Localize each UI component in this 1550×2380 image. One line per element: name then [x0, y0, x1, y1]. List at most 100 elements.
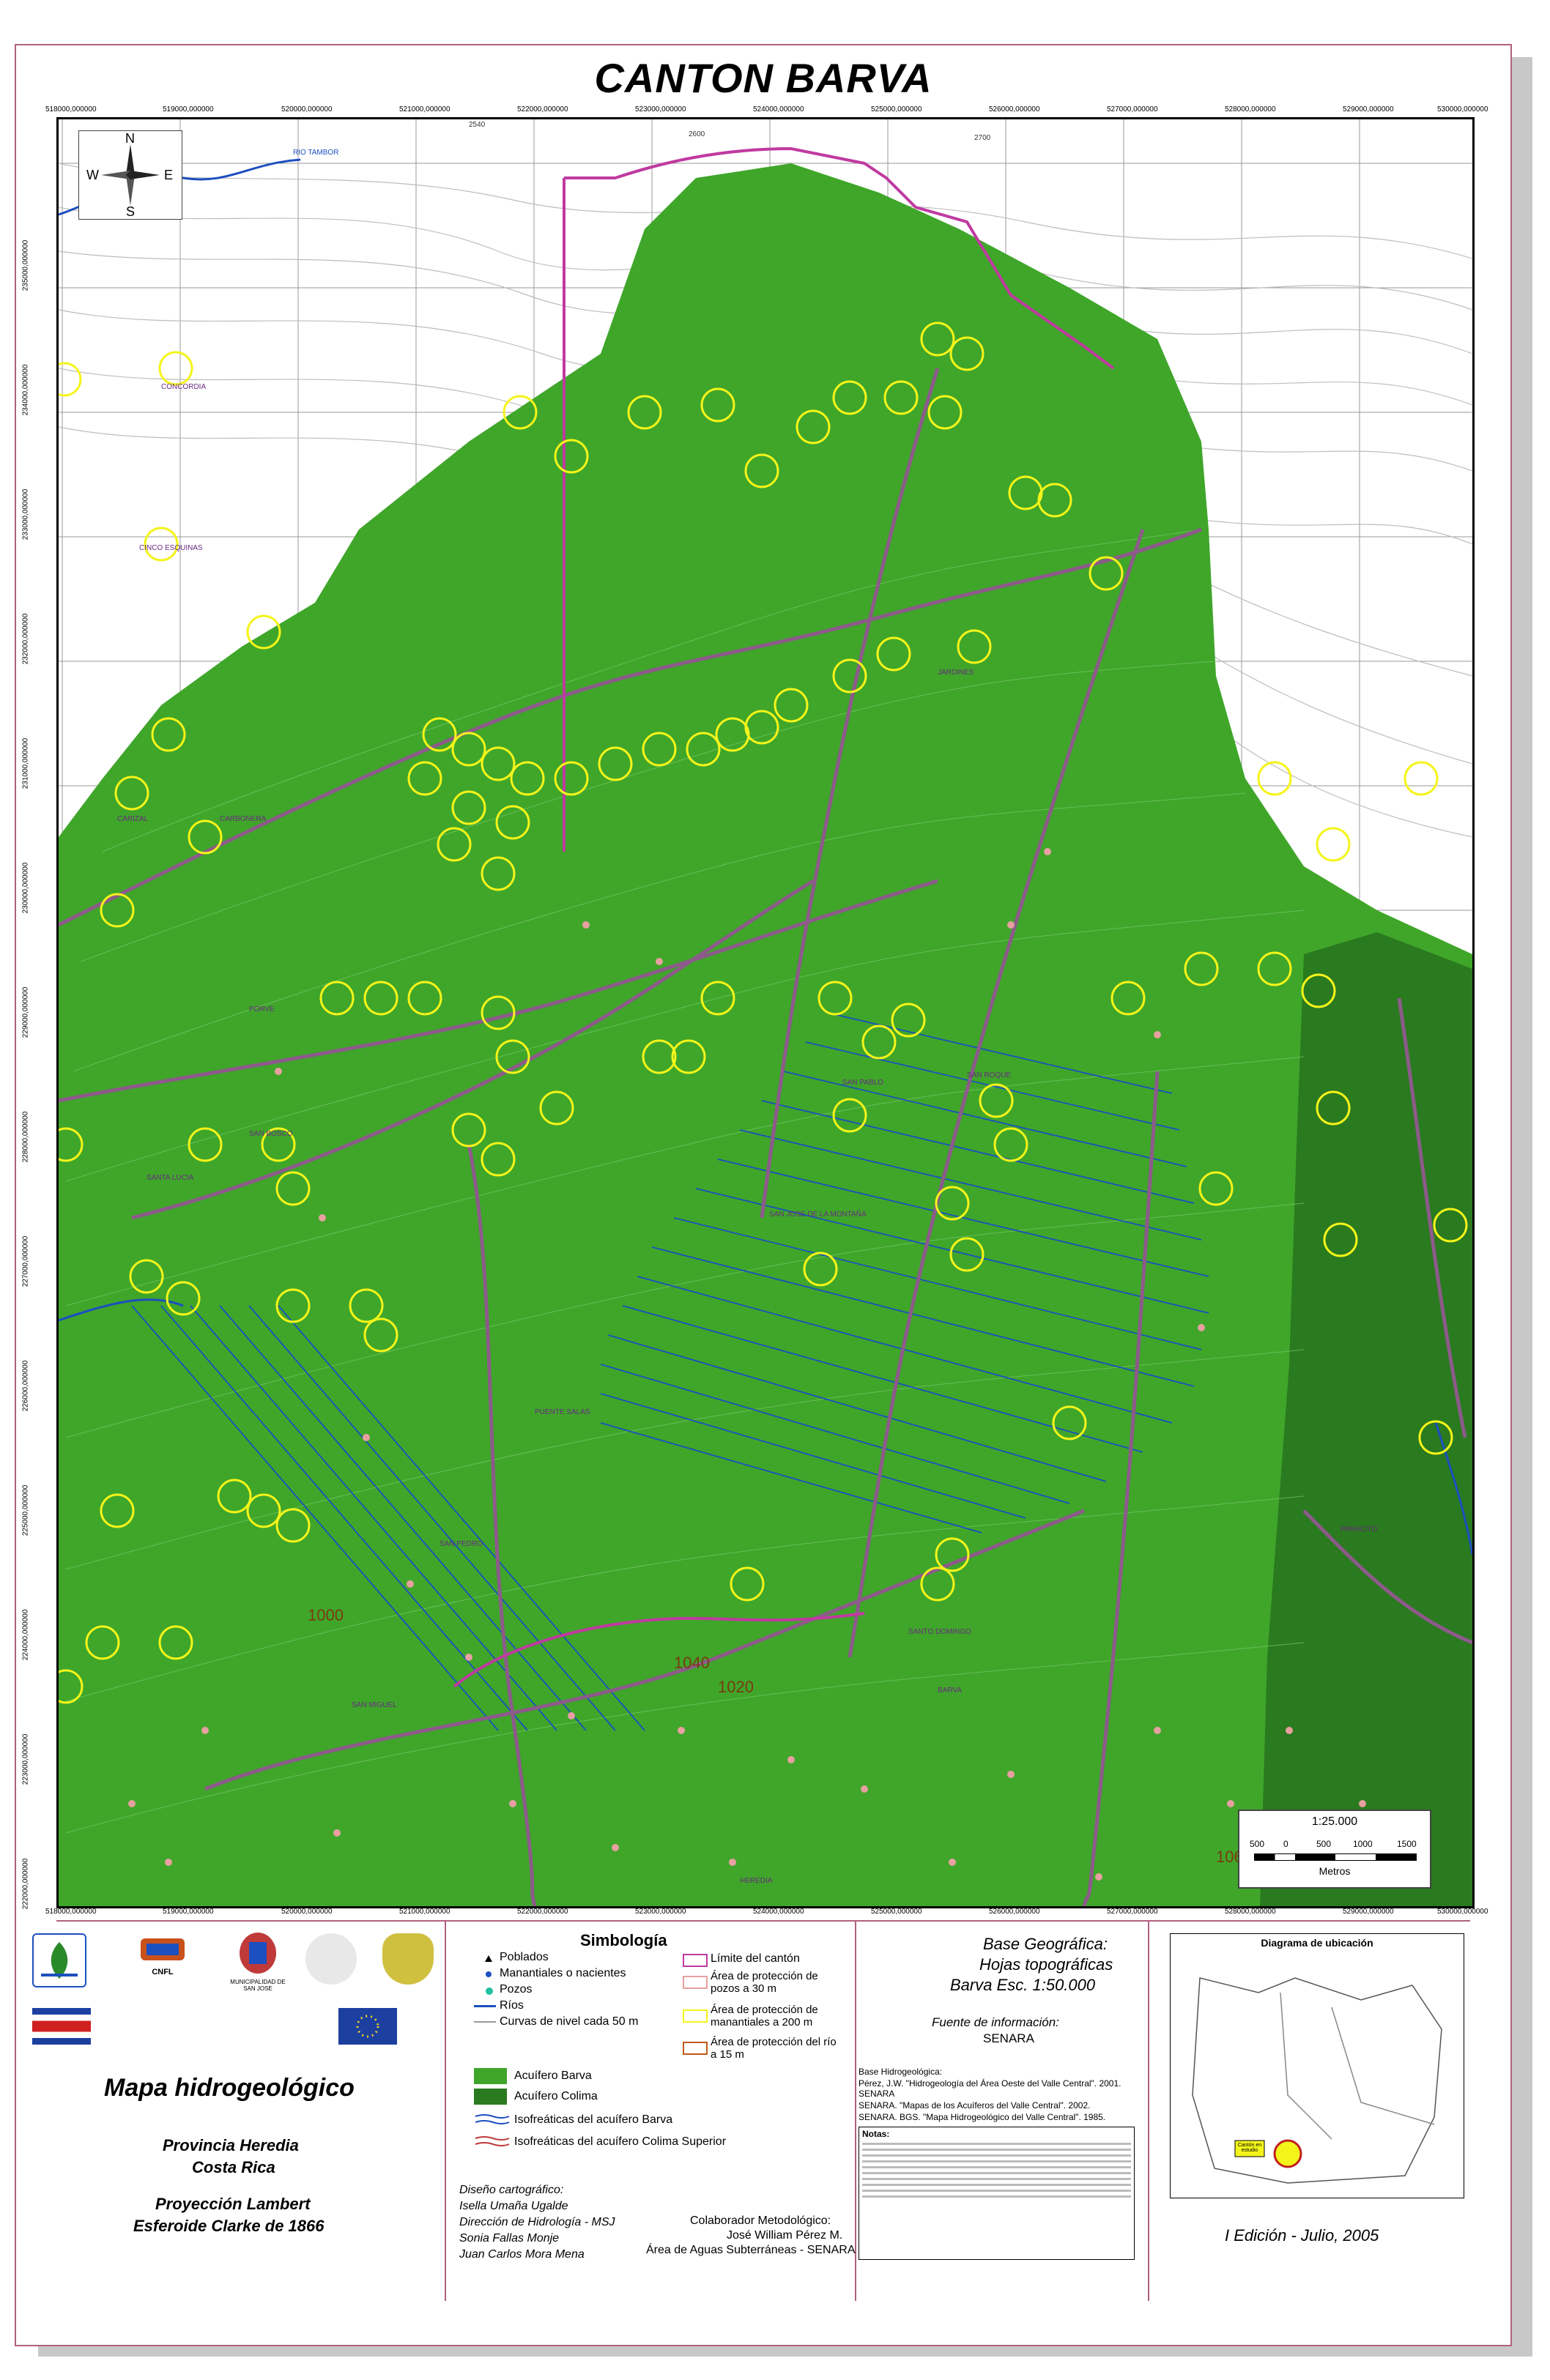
- x-tick: 528000,000000: [1225, 1908, 1276, 1916]
- place-label: CARBONERA: [220, 815, 267, 823]
- place-label: CONCORDIA: [161, 383, 207, 391]
- map-sheet: CANTON BARVA N S W E CONCORDIA CINCO ESQ…: [15, 44, 1512, 2346]
- place-label: HEREDIA: [740, 1877, 773, 1885]
- simbologia-title: Simbología: [580, 1931, 667, 1949]
- scale-ratio: 1:25.000: [1311, 1815, 1358, 1828]
- x-tick: 521000,000000: [399, 1908, 450, 1916]
- x-tick: 530000,000000: [1437, 105, 1488, 114]
- place-label: JARDINES: [938, 669, 974, 677]
- y-tick: 228000,000000: [21, 1111, 30, 1163]
- contour-label: 2540: [469, 121, 486, 129]
- colab-line: Área de Aguas Subterráneas - SENARA: [646, 2244, 856, 2256]
- scale-mark: 500: [1250, 1839, 1265, 1849]
- compass-e: E: [164, 168, 174, 182]
- legend-isofreatica-colima: Isofreáticas del acuífero Colima Superio…: [514, 2135, 727, 2148]
- x-tick: 530000,000000: [1437, 1908, 1488, 1916]
- rio-icon: [474, 2005, 496, 2007]
- pozo-icon: [486, 1987, 493, 1995]
- x-tick: 529000,000000: [1343, 105, 1394, 114]
- legend-divider: [1148, 1920, 1149, 2301]
- base-hidro-line: SENARA. BGS. "Mapa Hidrogeológico del Va…: [859, 2112, 1106, 2122]
- notas-box: Notas:: [859, 2127, 1135, 2260]
- base-hidro-line: SENARA. "Mapas de los Acuíferos del Vall…: [859, 2100, 1091, 2111]
- x-tick: 518000,000000: [45, 1908, 97, 1916]
- y-tick: 233000,000000: [21, 488, 30, 540]
- manantial-icon: [486, 1971, 492, 1977]
- y-tick: 229000,000000: [21, 986, 30, 1038]
- credit-line: Dirección de Hidrología - MSJ: [459, 2216, 615, 2228]
- muni-logo: MUNICIPALIDAD DE SAN JOSE: [225, 1931, 291, 1992]
- scale-mark: 1000: [1353, 1839, 1373, 1849]
- place-label: SAN MIGUEL: [352, 1701, 397, 1709]
- projection-line: Proyección Lambert: [155, 2195, 311, 2213]
- legend-limite: Límite del cantón: [711, 1952, 800, 1965]
- scale-mark: 500: [1316, 1839, 1332, 1849]
- compass-rose: N S W E: [78, 130, 182, 220]
- scale-mark: 0: [1283, 1839, 1288, 1849]
- place-label: BARVA: [938, 1687, 962, 1695]
- location-map-icon: [1192, 1977, 1442, 2184]
- colab-line: José William Pérez M.: [727, 2229, 843, 2242]
- x-tick: 519000,000000: [163, 1908, 214, 1916]
- notas-text-lines: [862, 2143, 1131, 2198]
- cnfl-logo: CNFL: [126, 1935, 199, 1986]
- seal-icon: [305, 1933, 357, 1985]
- legend-rios: Ríos: [500, 1999, 524, 2012]
- acuifero-barva-area[interactable]: [59, 163, 1472, 1906]
- x-tick: 529000,000000: [1343, 1908, 1394, 1916]
- scale-bar: [1254, 1853, 1417, 1861]
- contour-label: 1040: [674, 1654, 710, 1672]
- cnfl-label: CNFL: [152, 1968, 174, 1976]
- scale-unit: Metros: [1319, 1865, 1351, 1877]
- place-label: SAN ROQUE: [967, 1071, 1012, 1079]
- diagram-title: Diagrama de ubicación: [1261, 1937, 1373, 1949]
- x-tick: 525000,000000: [871, 1908, 922, 1916]
- muni-label: MUNICIPALIDAD DE SAN JOSE: [230, 1979, 286, 1992]
- y-tick: 231000,000000: [21, 737, 30, 789]
- base-hidro-title: Base Hidrogeológica:: [859, 2067, 943, 2077]
- contour-label: 2700: [974, 134, 991, 142]
- legend-divider: [445, 1920, 446, 2301]
- legend-pozos: Pozos: [500, 1983, 533, 1996]
- legend-curvas: Curvas de nivel cada 50 m: [500, 2015, 639, 2028]
- credit-line: Juan Carlos Mora Mena: [459, 2248, 585, 2261]
- base-geo-title: Base Geográfica:: [983, 1935, 1108, 1953]
- place-label: SANTO DOMINGO: [908, 1628, 971, 1636]
- x-tick: 524000,000000: [753, 105, 804, 114]
- legend-isofreatica-barva: Isofreáticas del acuífero Barva: [514, 2113, 673, 2126]
- credit-line: Sonia Fallas Monje: [459, 2232, 560, 2245]
- place-label: PORVE: [249, 1005, 275, 1014]
- fuente-title: Fuente de información:: [932, 2015, 1059, 2029]
- compass-w: W: [86, 168, 99, 182]
- legend-acuifero-barva: Acuífero Barva: [514, 2070, 592, 2082]
- fuente-line: SENARA: [983, 2031, 1034, 2045]
- x-tick: 521000,000000: [399, 105, 450, 114]
- legend-area-pozos: Área de protección de pozos a 30 m: [711, 1970, 818, 1995]
- y-tick: 235000,000000: [21, 239, 30, 291]
- place-label: PARACITO: [1341, 1525, 1378, 1533]
- x-tick: 520000,000000: [281, 105, 333, 114]
- notas-title: Notas:: [862, 2129, 890, 2139]
- scale-box: 1:25.000 500 0 500 1000 1500 Metros: [1238, 1810, 1431, 1889]
- x-tick: 523000,000000: [635, 1908, 686, 1916]
- credits-title: Diseño cartográfico:: [459, 2184, 564, 2196]
- map-frame[interactable]: N S W E CONCORDIA CINCO ESQUINAS CARIZAL…: [56, 117, 1475, 1908]
- colab-title: Colaborador Metodológico:: [690, 2214, 831, 2227]
- place-label: CARIZAL: [117, 815, 149, 823]
- x-tick: 518000,000000: [45, 105, 97, 114]
- base-hidro-line: Pérez, J.W. "Hidrogeología del Área Oest…: [859, 2078, 1121, 2099]
- legend-manantiales: Manantiales o nacientes: [500, 1967, 626, 1979]
- isofreatica-barva-icon: [475, 2114, 510, 2124]
- location-diagram: Diagrama de ubicación Cantón en estudio: [1170, 1933, 1464, 2198]
- pozos-area-icon: [683, 1976, 708, 1989]
- place-label: PUENTE SALAS: [535, 1408, 590, 1416]
- base-geo-line: Barva Esc. 1:50.000: [950, 1976, 1096, 1994]
- shield-icon: [382, 1933, 434, 1985]
- x-tick: 526000,000000: [989, 105, 1040, 114]
- legend-area-rio: Área de protección del río a 15 m: [711, 2036, 837, 2061]
- y-tick: 234000,000000: [21, 364, 30, 416]
- place-label: SANTA LUCIA: [147, 1174, 194, 1182]
- compass-n: N: [125, 131, 135, 146]
- place-label: SAN PEDRO: [440, 1540, 483, 1548]
- y-tick: 224000,000000: [21, 1609, 30, 1661]
